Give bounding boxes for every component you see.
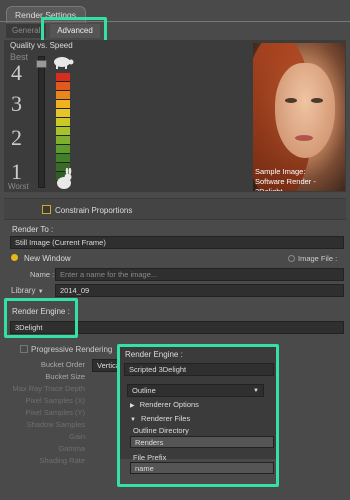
image-file-radio[interactable]	[288, 255, 295, 262]
meter-segment	[56, 100, 70, 109]
render-to-select[interactable]: Still Image (Current Frame)	[10, 236, 344, 249]
quality-number-4: 4	[11, 60, 22, 85]
constrain-label: Constrain Proportions	[55, 206, 133, 215]
constrain-checkbox[interactable]	[42, 205, 51, 214]
progressive-checkbox[interactable]	[20, 345, 28, 353]
setting-row-label: Gamma	[58, 444, 85, 453]
library-label: Library	[11, 286, 36, 295]
meter-segment	[56, 109, 70, 118]
library-dropdown[interactable]: Library ▼	[11, 286, 44, 295]
setting-row-label: Pixel Samples (Y)	[25, 408, 85, 417]
meter-segment	[56, 118, 70, 127]
quality-label: Quality vs. Speed	[10, 41, 73, 50]
setting-row-label: Gain	[69, 432, 85, 441]
settings-rows: Bucket Order Bucket Size Max Ray Trace Dep…	[10, 360, 120, 468]
sample-preview-image: Sample Image: Software Render - 3Delight	[253, 43, 345, 191]
meter-segment	[56, 154, 70, 163]
progressive-label: Progressive Rendering	[31, 345, 113, 354]
lips	[295, 135, 313, 141]
face-shape	[275, 63, 335, 158]
library-value: 2014_09	[60, 286, 90, 295]
meter-segment	[56, 136, 70, 145]
turtle-icon	[52, 54, 74, 70]
rabbit-icon	[54, 167, 74, 190]
name-label: Name :	[30, 270, 55, 279]
quality-number-3: 3	[11, 91, 22, 116]
setting-row-label: Max Ray Trace Depth	[12, 384, 85, 393]
quality-slider-handle[interactable]	[36, 60, 47, 68]
quality-color-meter	[56, 73, 70, 181]
library-input[interactable]: 2014_09	[55, 284, 344, 297]
quality-slider-track[interactable]	[38, 56, 45, 188]
setting-row-label: Bucket Size	[45, 372, 85, 381]
meter-segment	[56, 127, 70, 136]
preview-caption-line2: Software Render - 3Delight	[255, 177, 316, 191]
preview-caption: Sample Image: Software Render - 3Delight	[255, 167, 345, 191]
image-name-input[interactable]: Enter a name for the image...	[55, 268, 344, 281]
meter-segment	[56, 73, 70, 82]
chevron-down-icon: ▼	[37, 289, 44, 295]
image-file-label: Image File :	[298, 254, 338, 263]
new-window-label: New Window	[24, 254, 71, 263]
meter-segment	[56, 91, 70, 100]
preview-caption-line1: Sample Image:	[255, 167, 306, 176]
quality-number-2: 2	[11, 125, 22, 150]
highlight-render-engine-left	[4, 298, 78, 338]
meter-segment	[56, 82, 70, 91]
new-window-radio[interactable]	[11, 254, 18, 261]
render-to-label: Render To :	[12, 225, 54, 234]
tab-general-label: General	[12, 26, 41, 35]
quality-worst-label: Worst	[8, 182, 29, 191]
render-to-value: Still Image (Current Frame)	[15, 238, 106, 247]
image-name-placeholder: Enter a name for the image...	[60, 270, 158, 279]
meter-segment	[56, 145, 70, 154]
eye-right	[311, 98, 323, 103]
tab-general[interactable]: General	[6, 24, 46, 38]
eye-left	[285, 98, 297, 103]
setting-row-label: Pixel Samples (X)	[25, 396, 85, 405]
setting-row-label: Shading Rate	[39, 456, 85, 465]
setting-row-label: Bucket Order	[40, 360, 85, 369]
setting-row-label: Shadow Samples	[26, 420, 85, 429]
highlight-render-engine-popup	[117, 344, 279, 487]
